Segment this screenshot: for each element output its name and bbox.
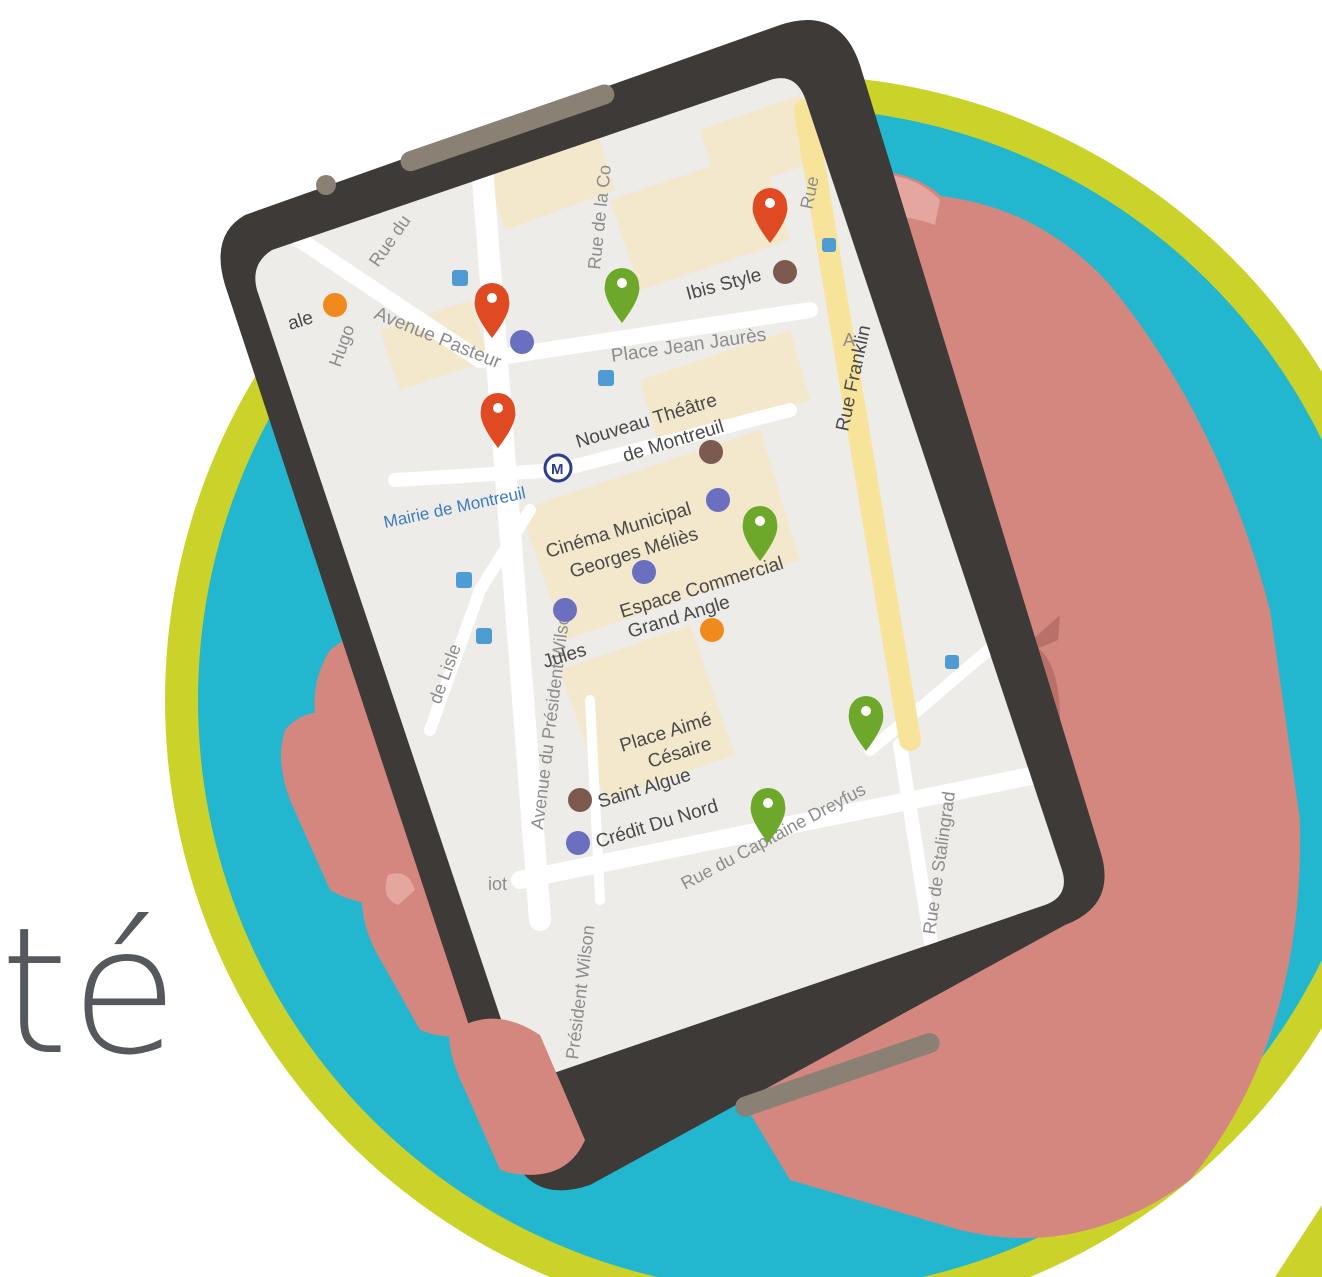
shopping-icon[interactable] [632, 560, 656, 584]
restaurant-icon[interactable] [700, 618, 724, 642]
headline-fragment: té [0, 891, 181, 1094]
restaurant-icon[interactable] [323, 293, 347, 317]
shopping-icon[interactable] [553, 598, 577, 622]
cinema-icon[interactable] [706, 488, 730, 512]
road-label-a: A [843, 330, 855, 350]
bus-stop-icon[interactable] [452, 270, 468, 286]
metro-icon-letter: M [551, 461, 564, 478]
bus-stop-icon[interactable] [456, 572, 472, 588]
bank-icon[interactable] [510, 330, 534, 354]
theatre-icon[interactable] [699, 440, 723, 464]
hotel-icon[interactable] [773, 260, 797, 284]
bus-stop-icon[interactable] [476, 628, 492, 644]
bus-stop-icon[interactable] [598, 370, 614, 386]
bus-stop-icon[interactable] [822, 238, 836, 252]
road-label-iot: iot [488, 874, 507, 894]
hair-salon-icon[interactable] [568, 788, 592, 812]
bank-icon[interactable] [566, 831, 590, 855]
phone-camera [316, 175, 336, 195]
corner-accent [1275, 1205, 1322, 1277]
bus-stop-icon[interactable] [945, 655, 959, 669]
illustration: Avenue Pasteur Place Jean Jaurès Rue Fra… [0, 0, 1322, 1277]
